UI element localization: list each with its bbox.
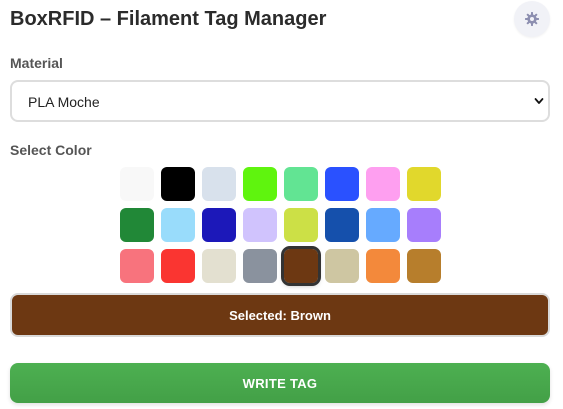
color-swatch[interactable] (161, 208, 195, 242)
color-swatch[interactable] (284, 208, 318, 242)
color-swatch[interactable] (161, 249, 195, 283)
color-swatch[interactable] (407, 249, 441, 283)
color-swatch[interactable] (366, 249, 400, 283)
page-title: BoxRFID – Filament Tag Manager (10, 8, 327, 30)
color-swatch[interactable] (325, 208, 359, 242)
color-swatch[interactable] (243, 249, 277, 283)
color-swatch[interactable] (407, 167, 441, 201)
chevron-down-icon (534, 98, 544, 104)
gear-icon (525, 12, 539, 26)
color-swatch[interactable] (202, 208, 236, 242)
color-swatch[interactable] (366, 167, 400, 201)
color-swatch[interactable] (120, 208, 154, 242)
color-swatch[interactable] (202, 249, 236, 283)
material-select[interactable]: PLA Moche (10, 80, 550, 122)
header: BoxRFID – Filament Tag Manager (10, 6, 326, 32)
color-swatch[interactable] (325, 167, 359, 201)
color-swatch[interactable] (325, 249, 359, 283)
color-swatch[interactable] (407, 208, 441, 242)
color-swatch[interactable] (120, 249, 154, 283)
color-swatch[interactable] (202, 167, 236, 201)
write-tag-button[interactable]: WRITE TAG (10, 363, 550, 403)
color-swatch[interactable] (281, 246, 321, 286)
color-swatch[interactable] (243, 167, 277, 201)
color-swatch[interactable] (120, 167, 154, 201)
color-swatch-grid (120, 167, 441, 286)
boxrfid-app: BoxRFID – Filament Tag Manager Material … (0, 0, 563, 409)
color-swatch[interactable] (284, 167, 318, 201)
selected-color-display: Selected: Brown (10, 293, 550, 337)
selected-color-text: Selected: Brown (229, 307, 331, 323)
settings-button[interactable] (514, 1, 550, 37)
color-swatch[interactable] (366, 208, 400, 242)
color-label: Select Color (10, 142, 92, 158)
color-swatch[interactable] (243, 208, 277, 242)
write-tag-label: WRITE TAG (242, 375, 318, 391)
color-swatch[interactable] (161, 167, 195, 201)
material-label: Material (10, 55, 63, 71)
material-select-value: PLA Moche (28, 94, 100, 110)
